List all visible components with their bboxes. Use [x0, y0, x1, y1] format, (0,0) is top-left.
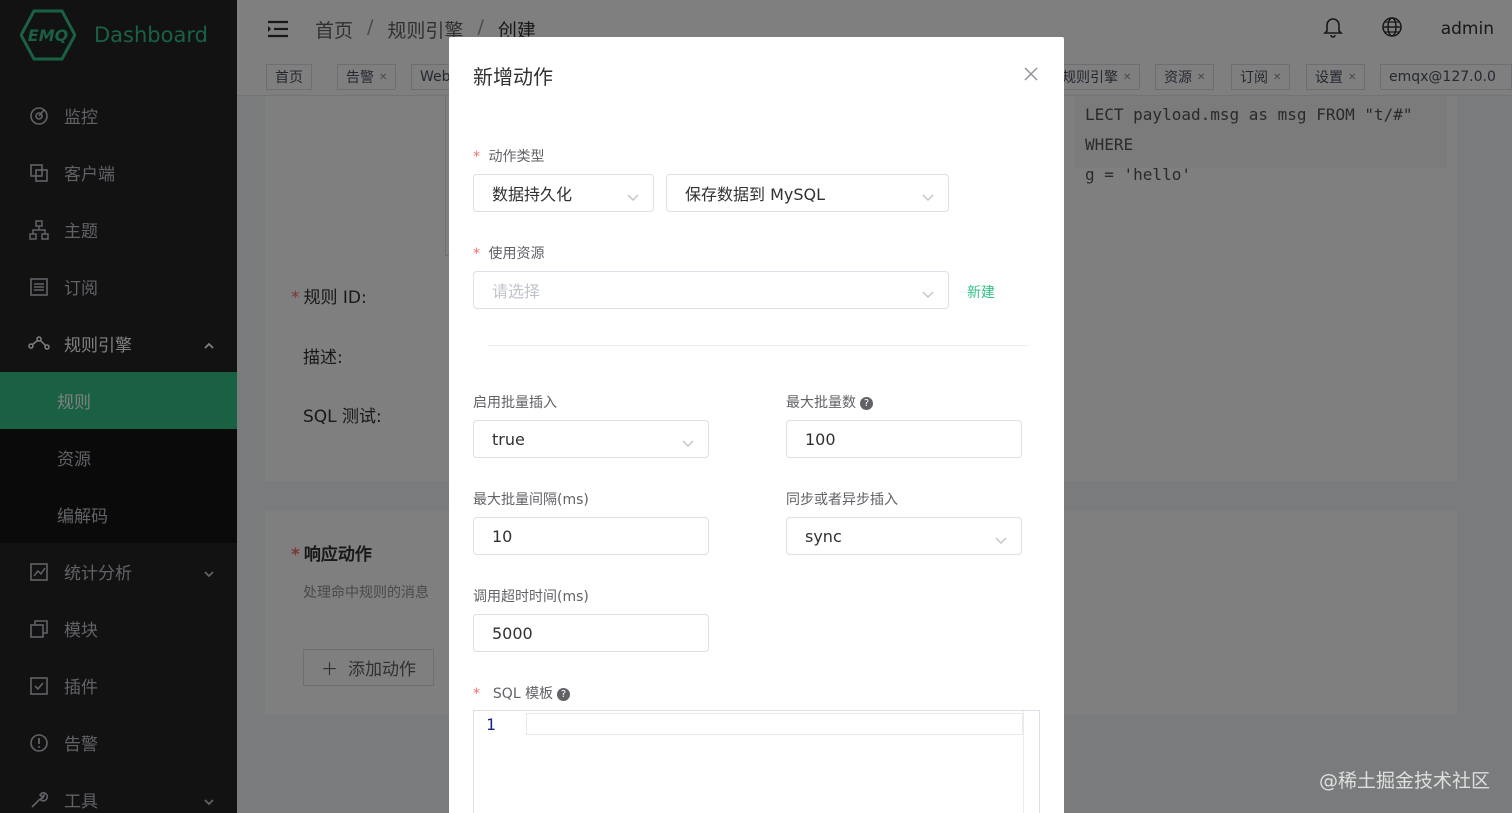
sql-template-label: * SQL 模板? [473, 683, 571, 703]
batch-interval-label: 最大批量间隔(ms) [473, 492, 589, 508]
batch-insert-label: 启用批量插入 [473, 395, 557, 411]
add-action-dialog: 新增动作 * 动作类型 数据持久化 保存数据到 MySQL * 使用资源 请选择… [449, 37, 1064, 813]
dialog-title: 新增动作 [473, 65, 553, 89]
new-resource-link[interactable]: 新建 [967, 282, 995, 302]
select-value: 数据持久化 [492, 185, 573, 204]
help-icon[interactable]: ? [557, 687, 571, 701]
editor-active-line[interactable] [526, 713, 1023, 735]
action-name-select[interactable]: 保存数据到 MySQL [666, 174, 949, 212]
input-value: 10 [492, 526, 513, 546]
batch-size-input[interactable]: 100 [786, 420, 1022, 458]
input-value: 100 [805, 429, 836, 449]
resource-label: * 使用资源 [473, 246, 545, 262]
select-value: 保存数据到 MySQL [685, 185, 826, 204]
watermark: @稀土掘金技术社区 [1318, 770, 1490, 792]
batch-interval-input[interactable]: 10 [473, 517, 709, 555]
chevron-down-icon [627, 188, 639, 201]
help-icon[interactable]: ? [860, 396, 873, 410]
editor-scrollbar[interactable] [1023, 711, 1039, 813]
select-value: sync [805, 526, 842, 546]
resource-select[interactable]: 请选择 [473, 271, 949, 309]
divider [488, 345, 1029, 346]
line-number: 1 [486, 715, 496, 734]
batch-size-label: 最大批量数? [786, 392, 873, 412]
select-placeholder: 请选择 [492, 282, 541, 301]
chevron-down-icon [922, 285, 934, 298]
sync-mode-label: 同步或者异步插入 [786, 492, 898, 508]
action-category-select[interactable]: 数据持久化 [473, 174, 654, 212]
sync-mode-select[interactable]: sync [786, 517, 1022, 555]
editor-gutter [474, 711, 526, 813]
chevron-down-icon [682, 434, 694, 447]
input-value: 5000 [492, 623, 533, 643]
close-icon[interactable] [1024, 67, 1038, 81]
batch-insert-select[interactable]: true [473, 420, 709, 458]
timeout-input[interactable]: 5000 [473, 614, 709, 652]
action-type-label: * 动作类型 [473, 149, 545, 165]
sql-template-editor[interactable]: 1 [473, 710, 1040, 813]
timeout-label: 调用超时时间(ms) [473, 589, 589, 605]
chevron-down-icon [995, 531, 1007, 544]
chevron-down-icon [922, 188, 934, 201]
select-value: true [492, 429, 525, 449]
